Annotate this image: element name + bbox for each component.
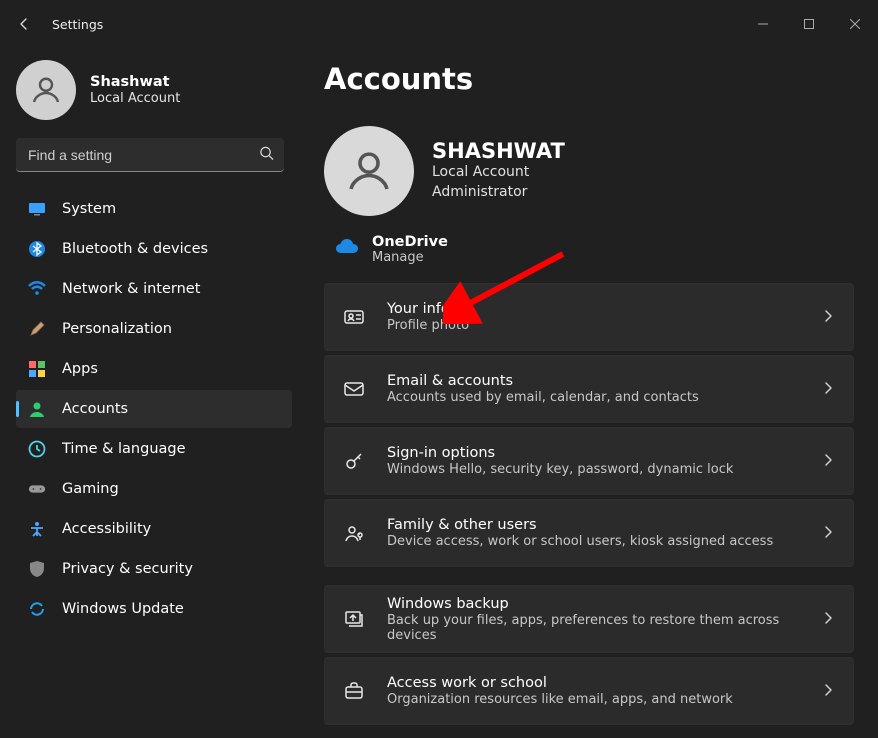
- profile-type: Local Account: [90, 91, 180, 106]
- card-title: Your info: [387, 301, 799, 317]
- card-sub: Profile photo: [387, 318, 799, 333]
- search-box[interactable]: [16, 138, 284, 172]
- sidebar-item-label: Time & language: [62, 441, 186, 457]
- avatar-icon: [16, 60, 76, 120]
- sidebar-item-accounts[interactable]: Accounts: [16, 390, 292, 428]
- search-input[interactable]: [16, 138, 284, 172]
- sidebar-nav: System Bluetooth & devices Network & inter…: [16, 190, 292, 628]
- sidebar-item-label: Windows Update: [62, 601, 184, 617]
- window-controls: [740, 8, 878, 40]
- card-sub: Accounts used by email, calendar, and co…: [387, 390, 799, 405]
- card-list: Your infoProfile photoEmail & accountsAc…: [324, 283, 854, 725]
- sidebar-item-system[interactable]: System: [16, 190, 292, 228]
- profile-name: Shashwat: [90, 74, 180, 90]
- sidebar-item-label: Accessibility: [62, 521, 151, 537]
- sidebar-item-network-internet[interactable]: Network & internet: [16, 270, 292, 308]
- sidebar-item-label: Gaming: [62, 481, 119, 497]
- brush-icon: [28, 320, 46, 338]
- card-sub: Device access, work or school users, kio…: [387, 534, 799, 549]
- person-icon: [28, 400, 46, 418]
- onedrive-row[interactable]: OneDrive Manage: [324, 234, 854, 283]
- card-sub: Organization resources like email, apps,…: [387, 692, 799, 707]
- sidebar-item-label: Apps: [62, 361, 98, 377]
- chevron-right-icon: [821, 380, 835, 399]
- monitor-icon: [28, 200, 46, 218]
- card-email-accounts[interactable]: Email & accountsAccounts used by email, …: [324, 355, 854, 423]
- card-title: Sign-in options: [387, 445, 799, 461]
- sidebar-item-label: Network & internet: [62, 281, 200, 297]
- onedrive-icon: [334, 238, 358, 262]
- window-title: Settings: [52, 17, 103, 32]
- card-sign-in-options[interactable]: Sign-in optionsWindows Hello, security k…: [324, 427, 854, 495]
- sidebar-item-time-language[interactable]: Time & language: [16, 430, 292, 468]
- update-icon: [28, 600, 46, 618]
- sidebar-item-bluetooth-devices[interactable]: Bluetooth & devices: [16, 230, 292, 268]
- sidebar-item-label: Accounts: [62, 401, 128, 417]
- apps-icon: [28, 360, 46, 378]
- card-title: Family & other users: [387, 517, 799, 533]
- card-windows-backup[interactable]: Windows backupBack up your files, apps, …: [324, 585, 854, 653]
- card-family-other-users[interactable]: Family & other usersDevice access, work …: [324, 499, 854, 567]
- game-icon: [28, 480, 46, 498]
- briefcase-icon: [343, 680, 365, 702]
- card-sub: Windows Hello, security key, password, d…: [387, 462, 799, 477]
- chevron-right-icon: [821, 308, 835, 327]
- chevron-right-icon: [821, 452, 835, 471]
- card-title: Email & accounts: [387, 373, 799, 389]
- card-your-info[interactable]: Your infoProfile photo: [324, 283, 854, 351]
- sidebar: Shashwat Local Account System Bluetooth &…: [0, 48, 300, 738]
- family-icon: [343, 522, 365, 544]
- sidebar-item-accessibility[interactable]: Accessibility: [16, 510, 292, 548]
- main-content: Accounts SHASHWAT Local Account Administ…: [300, 48, 878, 738]
- mail-icon: [343, 378, 365, 400]
- search-icon: [259, 146, 274, 165]
- chevron-right-icon: [821, 682, 835, 701]
- onedrive-title: OneDrive: [372, 234, 448, 250]
- backup-icon: [343, 608, 365, 630]
- sidebar-item-gaming[interactable]: Gaming: [16, 470, 292, 508]
- sidebar-item-apps[interactable]: Apps: [16, 350, 292, 388]
- bluetooth-icon: [28, 240, 46, 258]
- sidebar-item-personalization[interactable]: Personalization: [16, 310, 292, 348]
- sidebar-item-label: Privacy & security: [62, 561, 193, 577]
- sidebar-profile[interactable]: Shashwat Local Account: [16, 58, 292, 138]
- account-type: Local Account: [432, 163, 565, 183]
- card-title: Windows backup: [387, 596, 799, 612]
- chevron-right-icon: [821, 524, 835, 543]
- id-icon: [343, 306, 365, 328]
- onedrive-sub: Manage: [372, 250, 448, 265]
- sidebar-item-privacy-security[interactable]: Privacy & security: [16, 550, 292, 588]
- chevron-right-icon: [821, 610, 835, 629]
- close-button[interactable]: [832, 8, 878, 40]
- minimize-button[interactable]: [740, 8, 786, 40]
- key-icon: [343, 450, 365, 472]
- sidebar-item-label: Personalization: [62, 321, 172, 337]
- sidebar-item-label: System: [62, 201, 116, 217]
- wifi-icon: [28, 280, 46, 298]
- shield-icon: [28, 560, 46, 578]
- card-access-work-or-school[interactable]: Access work or schoolOrganization resour…: [324, 657, 854, 725]
- clock-icon: [28, 440, 46, 458]
- card-sub: Back up your files, apps, preferences to…: [387, 613, 799, 643]
- titlebar: Settings: [0, 0, 878, 48]
- sidebar-item-windows-update[interactable]: Windows Update: [16, 590, 292, 628]
- sidebar-item-label: Bluetooth & devices: [62, 241, 208, 257]
- maximize-button[interactable]: [786, 8, 832, 40]
- page-title: Accounts: [324, 62, 854, 96]
- account-role: Administrator: [432, 183, 565, 203]
- account-name: SHASHWAT: [432, 139, 565, 163]
- access-icon: [28, 520, 46, 538]
- avatar-large-icon: [324, 126, 414, 216]
- back-button[interactable]: [8, 8, 40, 40]
- account-header: SHASHWAT Local Account Administrator: [324, 126, 854, 216]
- card-title: Access work or school: [387, 675, 799, 691]
